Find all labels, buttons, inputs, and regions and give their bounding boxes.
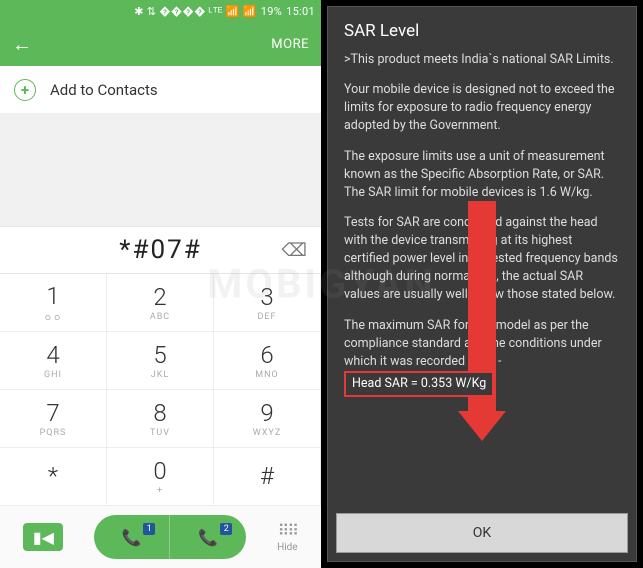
key-*[interactable]: * [0,448,107,506]
key-8[interactable]: 8TUV [107,390,214,448]
status-battery: 19% [261,5,282,18]
head-sar-highlight: Head SAR = 0.353 W/Kg [344,371,494,397]
key-digit: * [48,462,58,490]
app-bar: ← MORE [0,22,321,66]
dialer-spacer [0,114,321,226]
add-to-contacts-row[interactable]: + Add to Contacts [0,66,321,114]
phone-icon: 📞 [198,528,218,547]
plus-icon: + [14,79,36,101]
grid-icon: ⠿⠿ [278,521,297,540]
dialed-number: *#07# [0,235,321,265]
add-to-contacts-label: Add to Contacts [50,81,158,99]
key-digit: 8 [153,399,166,427]
call-controls: ▮◀ 📞 1 📞 2 ⠿⠿ Hide [0,506,321,568]
key-digit: 6 [260,341,273,369]
key-sub: TUV [150,428,170,438]
status-time: 15:01 [286,5,315,18]
more-button[interactable]: MORE [271,37,309,52]
key-3[interactable]: 3DEF [214,274,321,332]
call-sim2-button[interactable]: 📞 2 [170,515,246,559]
key-sub: ABC [150,312,170,322]
key-digit: 5 [153,341,166,369]
dialog-body[interactable]: >This product meets India`s national SAR… [328,51,636,505]
key-sub: ㅇㅇ [44,311,63,324]
key-4[interactable]: 4GHI [0,332,107,390]
sim2-badge: 2 [220,523,232,535]
key-1[interactable]: 1ㅇㅇ [0,274,107,332]
key-sub: DEF [258,312,277,322]
key-sub: MNO [255,370,278,380]
key-sub: GHI [44,370,62,380]
key-sub: + [157,486,163,496]
key-#[interactable]: # [214,448,321,506]
key-sub: JKL [151,370,169,380]
video-icon: ▮◀ [33,528,54,547]
sar-text-5: The maximum SAR for this model as per th… [344,317,620,398]
backspace-icon[interactable]: ⌫ [282,240,307,261]
key-digit: 3 [260,283,273,311]
call-button-group: 📞 1 📞 2 [94,515,246,559]
key-7[interactable]: 7PQRS [0,390,107,448]
dial-input-row: *#07# ⌫ [0,226,321,274]
status-icons: ✱ ⇅ ���� ᴸᵀᴱ 📶 📶 [134,5,257,18]
back-icon[interactable]: ← [12,32,32,57]
call-sim1-button[interactable]: 📞 1 [94,515,170,559]
dialog-title: SAR Level [328,7,636,51]
ok-button[interactable]: OK [336,513,628,553]
key-digit: 0 [153,457,166,485]
key-6[interactable]: 6MNO [214,332,321,390]
status-bar: ✱ ⇅ ���� ᴸᵀᴱ 📶 📶 19% 15:01 [0,0,321,22]
key-digit: 1 [46,282,59,310]
key-9[interactable]: 9WXYZ [214,390,321,448]
phone-icon: 📞 [122,528,142,547]
sar-dialog: SAR Level >This product meets India`s na… [327,6,637,562]
hide-label: Hide [277,542,298,553]
sar-text-2: Your mobile device is designed not to ex… [344,81,620,135]
key-digit: 4 [46,341,59,369]
key-sub: WXYZ [253,428,281,438]
key-sub: PQRS [40,428,67,438]
sar-text-1: >This product meets India`s national SAR… [344,51,620,69]
key-digit: 9 [260,399,273,427]
key-5[interactable]: 5JKL [107,332,214,390]
key-digit: 2 [153,283,166,311]
sar-text-4: Tests for SAR are conducted against the … [344,214,620,305]
key-0[interactable]: 0+ [107,448,214,506]
sar-text-3: The exposure limits use a unit of measur… [344,148,620,202]
hide-keypad-button[interactable]: ⠿⠿ Hide [277,521,298,553]
sim1-badge: 1 [143,523,155,535]
key-digit: # [260,462,274,490]
keypad: 1ㅇㅇ2ABC3DEF4GHI5JKL6MNO7PQRS8TUV9WXYZ*0+… [0,274,321,506]
key-digit: 7 [46,399,59,427]
key-2[interactable]: 2ABC [107,274,214,332]
video-call-button[interactable]: ▮◀ [23,523,63,551]
